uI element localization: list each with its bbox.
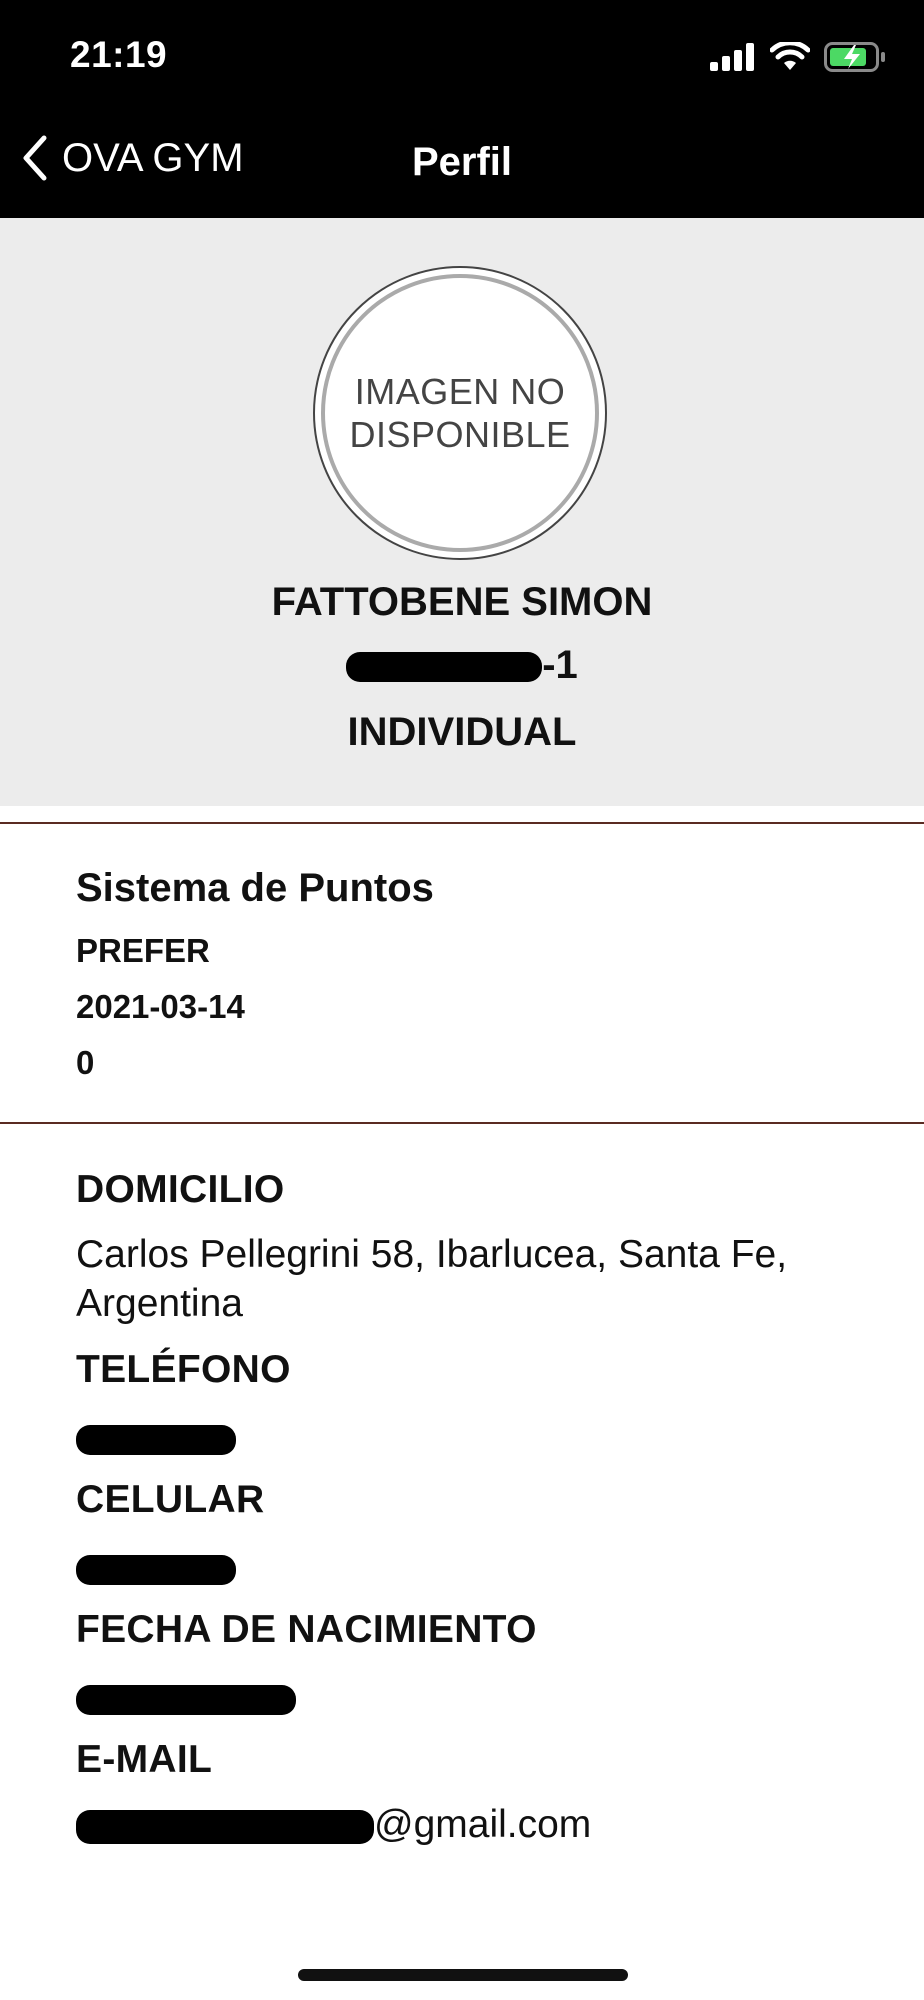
mobile-value [76,1543,236,1592]
status-icons [710,40,886,74]
status-time: 21:19 [70,34,168,75]
avatar-placeholder: IMAGEN NO DISPONIBLE [321,274,599,552]
email-label: E-MAIL [76,1738,213,1781]
redacted-member-id [346,652,543,683]
home-indicator[interactable] [298,1969,628,1981]
points-date: 2021-03-14 [76,988,245,1025]
section-divider [0,1122,924,1124]
redacted-birth-date [76,1684,296,1715]
redacted-phone [76,1424,236,1455]
top-bar: 21:19 OVA GYM Perfil [0,0,924,218]
phone-value [76,1413,236,1462]
address-value: Carlos Pellegrini 58, Ibarlucea, Santa F… [76,1233,788,1325]
mobile-label: CELULAR [76,1478,265,1521]
email-domain: @gmail.com [374,1803,592,1846]
address-label: DOMICILIO [76,1168,285,1211]
points-title: Sistema de Puntos [76,866,434,910]
profile-header: IMAGEN NO DISPONIBLE FATTOBENE SIMON -1 … [0,218,924,806]
page-title: Perfil [411,140,513,184]
phone-label: TELÉFONO [76,1348,291,1391]
member-name: FATTOBENE SIMON [271,580,653,624]
email-value: @gmail.com [76,1800,591,1849]
member-plan: INDIVIDUAL [347,710,577,754]
member-id-suffix: -1 [542,643,578,687]
birth-date-label: FECHA DE NACIMIENTO [76,1608,537,1651]
wifi-icon [770,42,810,70]
avatar: IMAGEN NO DISPONIBLE [313,266,607,560]
member-id: -1 [0,643,924,688]
points-level: PREFER [76,932,210,969]
section-divider [0,822,924,824]
redacted-email-user [76,1809,374,1844]
battery-charging-icon [824,42,885,72]
points-value: 0 [76,1044,95,1081]
birth-date-value [76,1673,296,1722]
redacted-mobile [76,1554,236,1585]
cellular-signal-icon [710,43,754,71]
avatar-placeholder-text: IMAGEN NO DISPONIBLE [349,371,571,455]
